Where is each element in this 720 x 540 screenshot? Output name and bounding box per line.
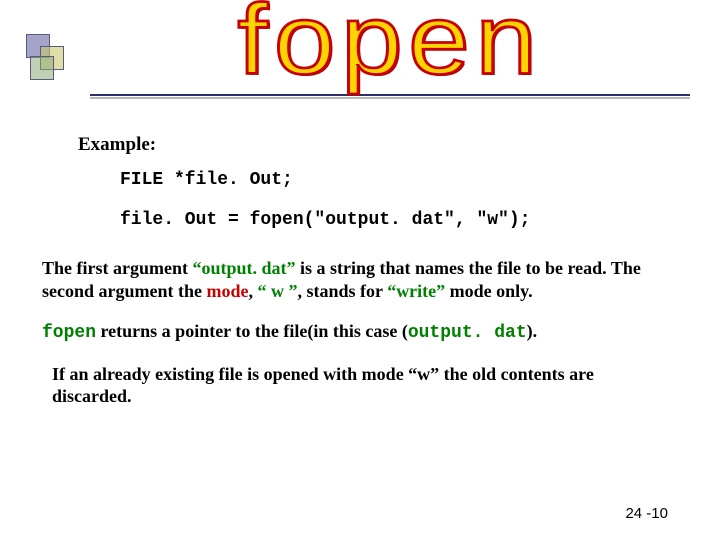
p1-write-label: “write” <box>387 281 445 301</box>
code-line-2: file. Out = fopen("output. dat", "w"); <box>120 210 690 232</box>
paragraph-2: fopen returns a pointer to the file(in t… <box>42 320 690 345</box>
p1-t4: , stands for <box>298 281 388 301</box>
p2-fn: fopen <box>42 323 96 343</box>
example-label: Example: <box>78 134 690 156</box>
p1-arg1: “output. dat” <box>192 258 295 278</box>
p1-t3: , <box>249 281 258 301</box>
p2-file: output. dat <box>408 323 527 343</box>
title-bar-shadow <box>90 97 690 99</box>
code-block: FILE *file. Out; file. Out = fopen("outp… <box>120 170 690 231</box>
p2-t1: returns a pointer to the file(in this ca… <box>96 321 408 341</box>
paragraph-1: The first argument “output. dat” is a st… <box>42 257 690 302</box>
p2-t2: ). <box>527 321 538 341</box>
p1-mode-value: “ w ” <box>258 281 298 301</box>
paragraph-3: If an already existing file is opened wi… <box>52 363 670 408</box>
slide-number: 24 -10 <box>625 505 668 522</box>
slide: fopen Example: FILE *file. Out; file. Ou… <box>0 0 720 540</box>
p1-t5: mode only. <box>445 281 533 301</box>
code-line-1: FILE *file. Out; <box>120 170 690 192</box>
title-bar: fopen <box>90 18 690 96</box>
p1-mode-label: mode <box>207 281 249 301</box>
slide-body: Example: FILE *file. Out; file. Out = fo… <box>42 120 690 408</box>
p1-t1: The first argument <box>42 258 192 278</box>
corner-badge-icon <box>26 34 74 82</box>
